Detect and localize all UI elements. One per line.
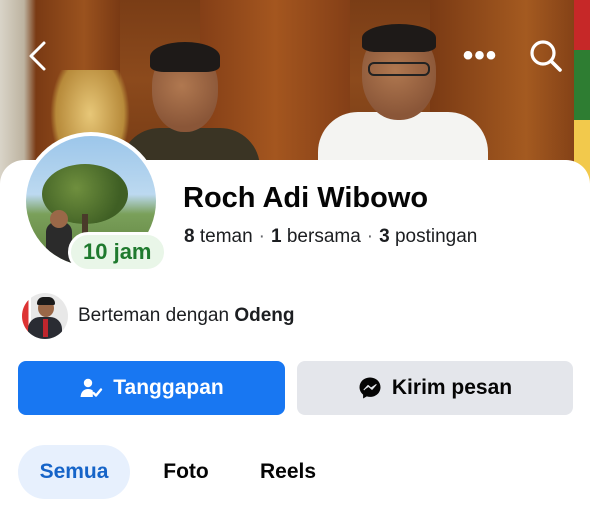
respond-button[interactable]: Tanggapan [18,361,285,415]
chevron-left-icon [29,41,46,71]
separator-dot: · [258,226,265,247]
back-button[interactable] [20,36,54,76]
send-message-label: Kirim pesan [391,376,513,399]
respond-label: Tanggapan [113,376,224,399]
more-horizontal-icon: ••• [462,39,498,72]
mutual-friend-row[interactable]: Berteman dengan Odeng [22,292,295,340]
tab-photos-label: Foto [163,460,209,483]
posts-label: postingan [394,226,478,247]
separator-dot: · [366,226,374,247]
tab-all-label: Semua [39,460,109,483]
mutual-friend-avatar [22,293,68,339]
messenger-icon [358,376,382,400]
story-time-badge: 10 jam [68,232,167,272]
tab-all[interactable]: Semua [18,445,130,499]
posts-count: 3 [379,226,390,247]
tab-photos[interactable]: Foto [152,445,220,499]
profile-stats: 8 teman · 1 bersama · 3 postingan [184,226,477,248]
search-button[interactable] [526,36,566,76]
mutual-count: 1 [271,226,282,247]
mutual-label: bersama [286,226,361,247]
story-time-text: 10 jam [83,239,152,264]
profile-name: Roch Adi Wibowo [183,182,429,214]
friend-check-icon [79,376,103,400]
tab-reels[interactable]: Reels [248,445,328,499]
friends-label: teman [199,226,253,247]
mutual-friend-name: Odeng [234,305,295,326]
friends-count: 8 [184,226,195,247]
search-icon [530,40,562,72]
tab-reels-label: Reels [259,460,317,483]
more-options-button[interactable]: ••• [458,38,502,74]
send-message-button[interactable]: Kirim pesan [297,361,573,415]
mutual-friend-text: Berteman dengan Odeng [78,305,295,327]
mutual-prefix: Berteman dengan [78,305,230,326]
